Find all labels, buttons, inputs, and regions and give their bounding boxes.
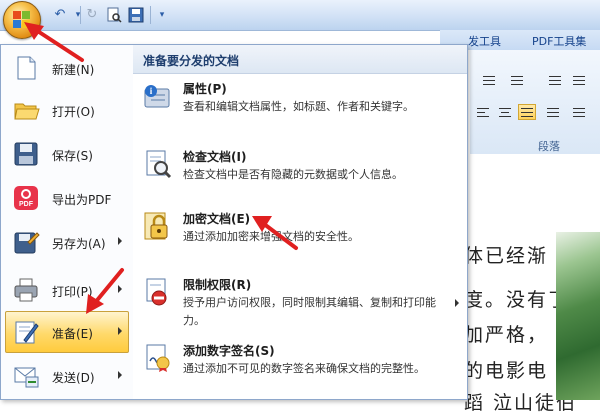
undo-icon[interactable]: ↶ (52, 7, 68, 23)
submenu-item-restrict-permission[interactable]: 限制权限(R) 授予用户访问权限，同时限制其编辑、复制和打印能力。 (137, 277, 463, 333)
menu-item-label: 新建(N) (52, 63, 95, 77)
quick-access-toolbar: ↶ ▾ ↻ ▾ (0, 0, 600, 31)
menu-item-prepare[interactable]: 准备(E) (5, 311, 129, 353)
submenu-item-digital-signature[interactable]: 添加数字签名(S) 通过添加不可见的数字签名来确保文档的完整性。 (137, 343, 463, 399)
document-line: 度。没有了 (464, 289, 570, 311)
properties-icon: i (143, 81, 173, 111)
save-icon[interactable] (128, 7, 144, 23)
office-logo-icon (13, 11, 31, 29)
submenu-item-inspect[interactable]: 检查文档(I) 检查文档中是否有隐藏的元数据或个人信息。 (137, 149, 463, 189)
new-document-icon (12, 54, 40, 82)
redo-icon[interactable]: ↻ (84, 7, 100, 23)
submenu-arrow-icon (118, 237, 122, 245)
send-icon (12, 362, 40, 390)
menu-item-save-as[interactable]: 另存为(A) (5, 221, 129, 263)
ribbon-paragraph-group (470, 50, 600, 155)
submenu-item-description: 通过添加不可见的数字签名来确保文档的完整性。 (183, 362, 425, 375)
digital-signature-icon (143, 343, 173, 373)
menu-item-label: 保存(S) (52, 149, 93, 163)
menu-item-export-pdf[interactable]: PDF 导出为PDF (5, 177, 129, 219)
submenu-item-properties[interactable]: i 属性(P) 查看和编辑文档属性，如标题、作者和关键字。 (137, 81, 463, 137)
group-label-paragraph: 段落 (538, 140, 560, 153)
document-line: 的电影电 (464, 360, 549, 382)
toolbar-divider (80, 6, 81, 24)
justify-icon[interactable] (518, 104, 536, 120)
submenu-item-title: 加密文档(E) (183, 212, 251, 226)
menu-item-label: 准备(E) (52, 327, 93, 341)
menu-item-label: 导出为PDF (52, 193, 112, 207)
submenu-item-title: 检查文档(I) (183, 150, 247, 164)
printer-icon (12, 276, 40, 304)
svg-text:PDF: PDF (19, 201, 34, 208)
document-line: 加严格， (464, 324, 549, 346)
document-image (556, 232, 600, 400)
office-button[interactable] (3, 1, 41, 39)
menu-item-send[interactable]: 发送(D) (5, 355, 129, 397)
submenu-item-title: 添加数字签名(S) (183, 344, 275, 358)
inspect-document-icon (143, 149, 173, 179)
menu-item-print[interactable]: 打印(P) (5, 269, 129, 311)
submenu-header-title: 准备要分发的文档 (143, 54, 240, 68)
submenu-item-description: 查看和编辑文档属性，如标题、作者和关键字。 (183, 100, 414, 113)
submenu-item-encrypt[interactable]: 加密文档(E) 通过添加加密来增强文档的安全性。 (137, 211, 463, 251)
align-left-icon[interactable] (474, 104, 492, 120)
tab-pdf-tools[interactable]: PDF工具集 (532, 33, 586, 49)
submenu-header: 准备要分发的文档 (133, 45, 467, 74)
numbering-icon[interactable] (508, 72, 526, 88)
open-folder-icon (12, 96, 40, 124)
menu-item-new[interactable]: 新建(N) (5, 47, 129, 89)
pdf-export-icon: PDF (12, 184, 40, 212)
menu-item-label: 打印(P) (52, 285, 93, 299)
toolbar-divider (150, 6, 151, 24)
submenu-item-description: 检查文档中是否有隐藏的元数据或个人信息。 (183, 168, 403, 181)
menu-item-open[interactable]: 打开(O) (5, 89, 129, 131)
menu-item-label: 另存为(A) (52, 237, 106, 251)
increase-indent-icon[interactable] (570, 72, 588, 88)
save-disk-icon (12, 140, 40, 168)
office-menu-commands: 新建(N) 打开(O) 保存(S) PDF 导出为PDF 另存为(A) 打印(P… (1, 45, 134, 399)
submenu-arrow-icon (118, 285, 122, 293)
save-as-icon (12, 228, 40, 256)
encrypt-lock-icon (143, 211, 173, 241)
document-line: 体已经渐 (464, 245, 549, 267)
submenu-arrow-icon (118, 327, 122, 335)
prepare-submenu: 准备要分发的文档 i 属性(P) 查看和编辑文档属性，如标题、作者和关键字。 检… (133, 45, 467, 399)
decrease-indent-icon[interactable] (546, 72, 564, 88)
distribute-icon[interactable] (544, 104, 562, 120)
customize-toolbar-icon[interactable]: ▾ (154, 7, 170, 23)
line-spacing-icon[interactable] (570, 104, 588, 120)
submenu-item-title: 限制权限(R) (183, 278, 252, 292)
office-menu: 新建(N) 打开(O) 保存(S) PDF 导出为PDF 另存为(A) 打印(P… (0, 44, 468, 400)
bullets-icon[interactable] (480, 72, 498, 88)
submenu-item-description: 授予用户访问权限，同时限制其编辑、复制和打印能力。 (183, 296, 436, 327)
restrict-permission-icon (143, 277, 173, 307)
menu-item-label: 发送(D) (52, 371, 95, 385)
menu-item-label: 打开(O) (52, 105, 95, 119)
align-center-icon[interactable] (496, 104, 514, 120)
submenu-arrow-icon (118, 371, 122, 379)
prepare-icon (12, 318, 40, 346)
submenu-item-title: 属性(P) (183, 82, 227, 96)
print-preview-icon[interactable] (106, 7, 122, 23)
menu-item-save[interactable]: 保存(S) (5, 133, 129, 175)
tab-developer[interactable]: 发工具 (468, 33, 501, 49)
submenu-arrow-icon (455, 299, 459, 307)
submenu-item-description: 通过添加加密来增强文档的安全性。 (183, 230, 359, 243)
